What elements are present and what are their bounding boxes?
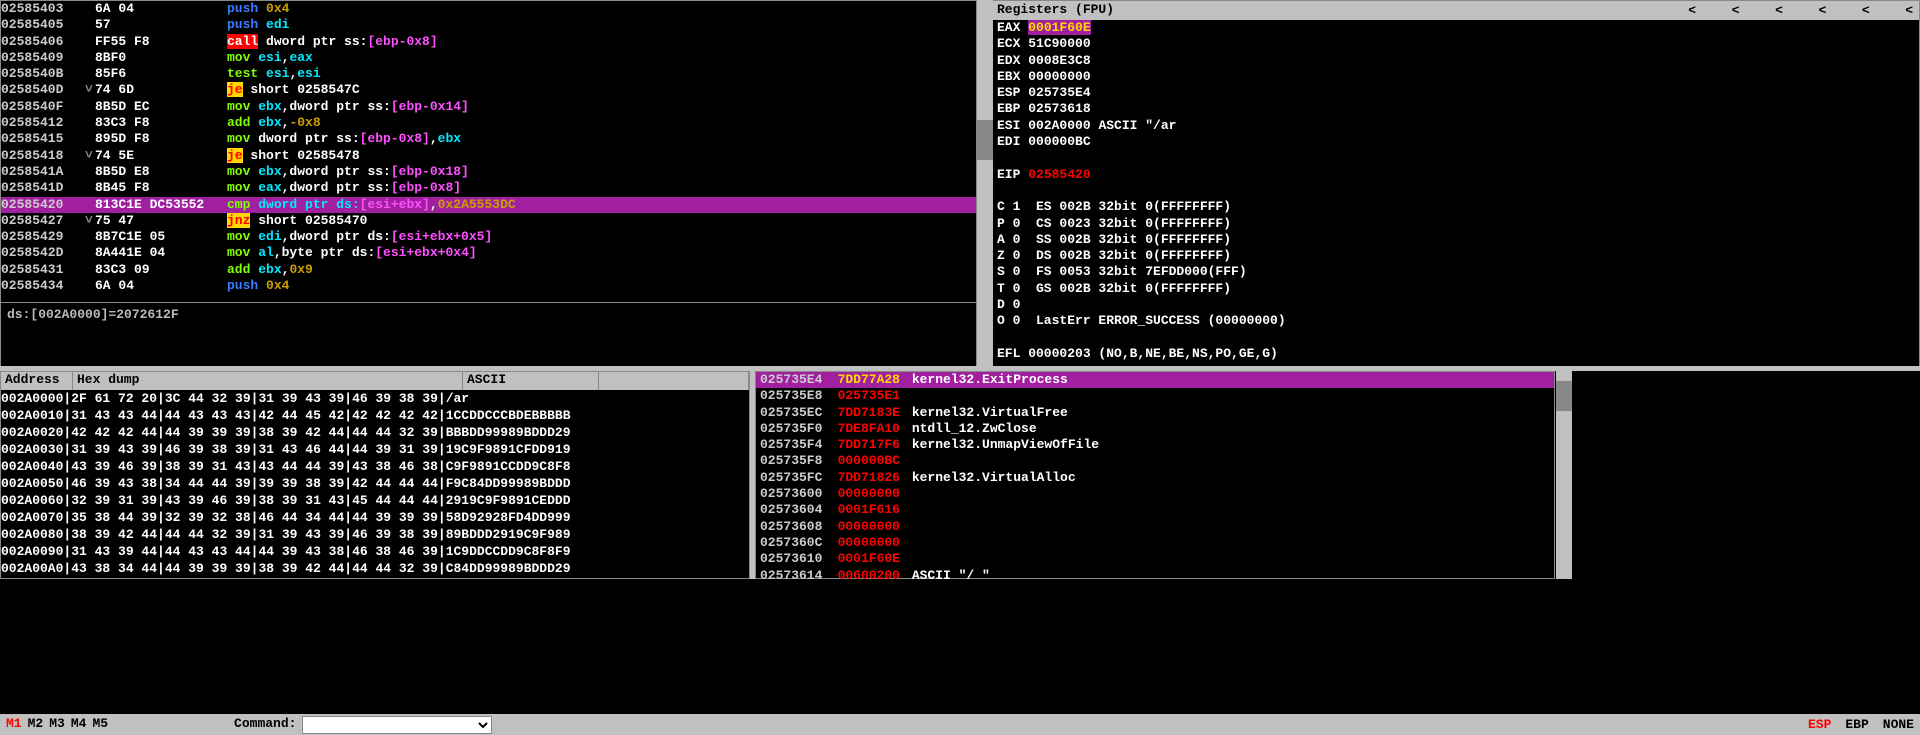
stack-row[interactable]: 0257360C00000000 xyxy=(756,535,1554,551)
hex-row[interactable]: 002A0080|38 39 42 44|44 44 32 39|31 39 4… xyxy=(1,526,749,543)
marker-m5[interactable]: M5 xyxy=(92,716,108,734)
flag-row[interactable]: O 0 LastErr ERROR_SUCCESS (00000000) xyxy=(997,313,1913,329)
command-input[interactable] xyxy=(302,716,492,734)
esp-indicator[interactable]: ESP xyxy=(1808,717,1831,732)
nav-arrows[interactable]: < < < < < < xyxy=(1660,2,1913,19)
register-row[interactable]: EDI 000000BC xyxy=(997,134,1913,150)
ebp-indicator[interactable]: EBP xyxy=(1845,717,1868,732)
hex-row[interactable]: 002A0010|31 43 43 44|44 43 43 43|42 44 4… xyxy=(1,407,749,424)
chevron-left-icon[interactable]: < xyxy=(1688,2,1696,17)
disasm-row[interactable]: 0258541D 8B45 F8mov eax,dword ptr ss:[eb… xyxy=(1,180,976,196)
disasm-row[interactable]: 0258540F 8B5D ECmov ebx,dword ptr ss:[eb… xyxy=(1,99,976,115)
disasm-row[interactable]: 02585403 6A 04push 0x4 xyxy=(1,1,976,17)
register-row[interactable]: ESP 025735E4 xyxy=(997,85,1913,101)
stack-row[interactable]: 025735F47DD717F6 kernel32.UnmapViewOfFil… xyxy=(756,437,1554,453)
stack-row[interactable]: 025735F8000000BC xyxy=(756,453,1554,469)
stack-row[interactable]: 0257361400600200 ASCII "/ " xyxy=(756,568,1554,584)
disasm-row[interactable]: 02585434 6A 04push 0x4 xyxy=(1,278,976,294)
chevron-left-icon[interactable]: < xyxy=(1732,2,1740,17)
stack-row[interactable]: 0257360800000000 xyxy=(756,519,1554,535)
flag-row[interactable]: T 0 GS 002B 32bit 0(FFFFFFFF) xyxy=(997,281,1913,297)
stack-row[interactable]: 0257360000000000 xyxy=(756,486,1554,502)
disassembly-panel[interactable]: 02585403 6A 04push 0x402585405 57push ed… xyxy=(0,0,977,303)
hexdump-header: Address Hex dump ASCII xyxy=(1,372,749,390)
marker-m2[interactable]: M2 xyxy=(28,716,44,734)
flag-row[interactable]: S 0 FS 0053 32bit 7EFDD000(FFF) xyxy=(997,264,1913,280)
hex-row[interactable]: 002A00A0|43 38 34 44|44 39 39 39|38 39 4… xyxy=(1,560,749,577)
stack-row[interactable]: 025735F07DE8FA10 ntdll_12.ZwClose xyxy=(756,421,1554,437)
disasm-row[interactable]: 02585409 8BF0mov esi,eax xyxy=(1,50,976,66)
flag-row[interactable]: D 0 xyxy=(997,297,1913,313)
stack-row[interactable]: 025735E8025735E1 xyxy=(756,388,1554,404)
disasm-row[interactable]: 0258540B 85F6test esi,esi xyxy=(1,66,976,82)
none-indicator[interactable]: NONE xyxy=(1883,717,1914,732)
stack-row[interactable]: 025736040001F616 xyxy=(756,502,1554,518)
disasm-row[interactable]: 02585427˅75 47jnz short 02585470 xyxy=(1,213,976,229)
hex-row[interactable]: 002A0070|35 38 44 39|32 39 32 38|46 44 3… xyxy=(1,509,749,526)
disasm-row[interactable]: 02585415 895D F8mov dword ptr ss:[ebp-0x… xyxy=(1,131,976,147)
chevron-left-icon[interactable]: < xyxy=(1819,2,1827,17)
disasm-row[interactable]: 02585406 FF55 F8call dword ptr ss:[ebp-0… xyxy=(1,34,976,50)
status-bar: M1 M2 M3 M4 M5 Command: ESP EBP NONE xyxy=(0,714,1920,735)
stack-row[interactable]: 025735FC7DD71826 kernel32.VirtualAlloc xyxy=(756,470,1554,486)
register-row[interactable]: EBP 02573618 xyxy=(997,101,1913,117)
hexdump-panel[interactable]: Address Hex dump ASCII 002A0000|2F 61 72… xyxy=(0,371,750,579)
scrollbar[interactable] xyxy=(1556,371,1572,579)
stack-row[interactable]: 025736100001F60E xyxy=(756,551,1554,567)
registers-title: Registers (FPU) < < < < < < xyxy=(991,1,1919,20)
chevron-left-icon[interactable]: < xyxy=(1775,2,1783,17)
register-row[interactable]: EAX 0001F60E xyxy=(997,20,1913,36)
disasm-row[interactable]: 02585412 83C3 F8add ebx,-0x8 xyxy=(1,115,976,131)
stack-row[interactable]: 025735E47DD77A28 kernel32.ExitProcess xyxy=(756,372,1554,388)
flag-row[interactable]: P 0 CS 0023 32bit 0(FFFFFFFF) xyxy=(997,216,1913,232)
hex-row[interactable]: 002A0050|46 39 43 38|34 44 44 39|39 39 3… xyxy=(1,475,749,492)
disasm-row[interactable]: 02585431 83C3 09add ebx,0x9 xyxy=(1,262,976,278)
hex-row[interactable]: 002A0020|42 42 42 44|44 39 39 39|38 39 4… xyxy=(1,424,749,441)
disasm-row[interactable]: 02585429 8B7C1E 05mov edi,dword ptr ds:[… xyxy=(1,229,976,245)
register-row[interactable]: ECX 51C90000 xyxy=(997,36,1913,52)
disasm-info: ds:[002A0000]=2072612F xyxy=(0,303,977,370)
flag-row[interactable]: A 0 SS 002B 32bit 0(FFFFFFFF) xyxy=(997,232,1913,248)
disasm-row[interactable]: 02585405 57push edi xyxy=(1,17,976,33)
register-row[interactable]: ESI 002A0000 ASCII "/ar xyxy=(997,118,1913,134)
stack-panel[interactable]: 025735E47DD77A28 kernel32.ExitProcess025… xyxy=(755,371,1555,579)
hex-row[interactable]: 002A0030|31 39 43 39|46 39 38 39|31 43 4… xyxy=(1,441,749,458)
flag-row[interactable]: Z 0 DS 002B 32bit 0(FFFFFFFF) xyxy=(997,248,1913,264)
flag-row[interactable]: C 1 ES 002B 32bit 0(FFFFFFFF) xyxy=(997,199,1913,215)
hex-row[interactable]: 002A0040|43 39 46 39|38 39 31 43|43 44 4… xyxy=(1,458,749,475)
register-row[interactable]: EBX 00000000 xyxy=(997,69,1913,85)
disasm-row[interactable]: 02585418˅74 5Eje short 02585478 xyxy=(1,148,976,164)
disasm-row[interactable]: 02585420 813C1E DC53552cmp dword ptr ds:… xyxy=(1,197,976,213)
chevron-left-icon[interactable]: < xyxy=(1862,2,1870,17)
registers-panel[interactable]: Registers (FPU) < < < < < < EAX 0001F60E… xyxy=(990,0,1920,370)
disasm-row[interactable]: 0258542D 8A441E 04mov al,byte ptr ds:[es… xyxy=(1,245,976,261)
marker-m1[interactable]: M1 xyxy=(6,716,22,734)
chevron-left-icon[interactable]: < xyxy=(1905,2,1913,17)
hex-row[interactable]: 002A0090|31 43 39 44|44 43 43 44|44 39 4… xyxy=(1,543,749,560)
command-label: Command: xyxy=(234,716,296,734)
marker-m3[interactable]: M3 xyxy=(49,716,65,734)
marker-m4[interactable]: M4 xyxy=(71,716,87,734)
register-row[interactable]: EDX 0008E3C8 xyxy=(997,53,1913,69)
hex-row[interactable]: 002A0060|32 39 31 39|43 39 46 39|38 39 3… xyxy=(1,492,749,509)
hex-row[interactable]: 002A0000|2F 61 72 20|3C 44 32 39|31 39 4… xyxy=(1,390,749,407)
stack-row[interactable]: 025735EC7DD7183E kernel32.VirtualFree xyxy=(756,405,1554,421)
disasm-row[interactable]: 0258541A 8B5D E8mov ebx,dword ptr ss:[eb… xyxy=(1,164,976,180)
scrollbar[interactable] xyxy=(977,0,993,370)
disasm-row[interactable]: 0258540D˅74 6Dje short 0258547C xyxy=(1,82,976,98)
